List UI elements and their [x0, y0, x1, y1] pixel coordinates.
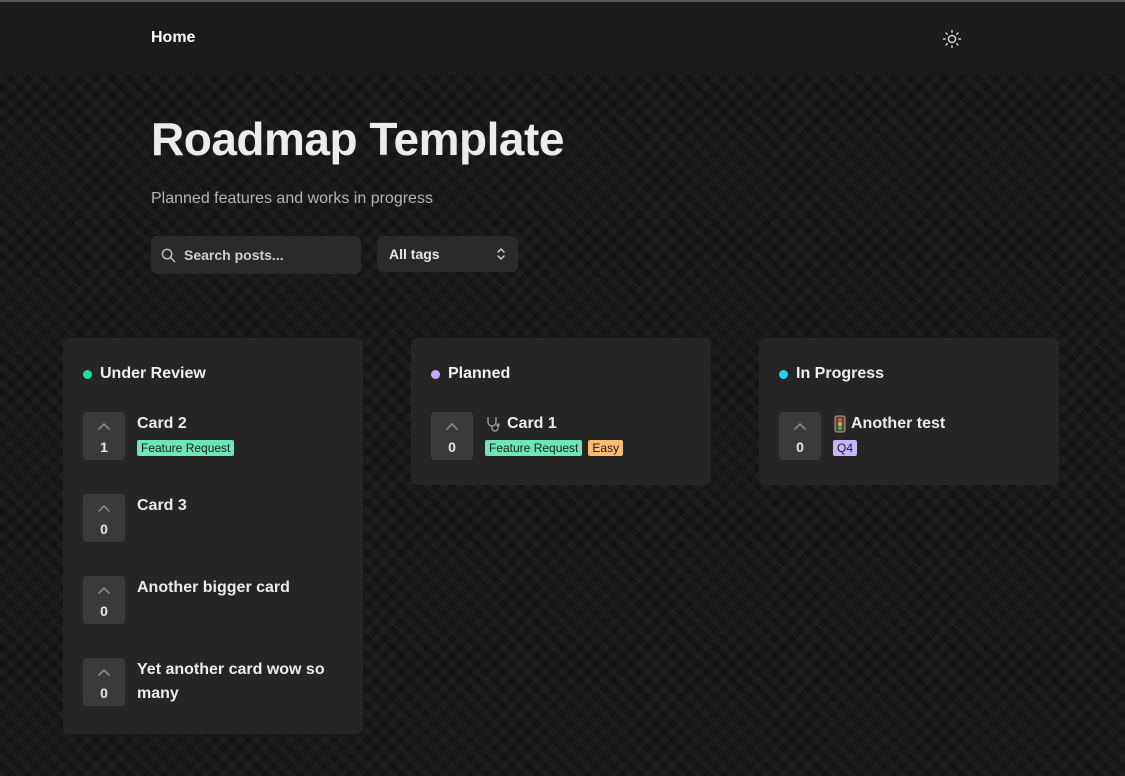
- upvote-button[interactable]: 1: [83, 412, 125, 460]
- card-title[interactable]: Card 3: [137, 494, 337, 518]
- chevron-up-icon: [794, 423, 806, 430]
- theme-toggle-button[interactable]: [940, 27, 964, 51]
- tag-badge: Feature Request: [137, 440, 235, 456]
- card-title[interactable]: Yet another card wow so many: [137, 658, 337, 706]
- vote-count: 0: [796, 439, 804, 455]
- sun-icon: [942, 29, 962, 49]
- nav-home-link[interactable]: Home: [151, 29, 195, 47]
- upvote-button[interactable]: 0: [431, 412, 473, 460]
- top-navbar: Home: [0, 2, 1125, 74]
- tag-badge: Easy: [588, 440, 624, 456]
- tag-badge: Q4: [833, 440, 858, 456]
- chevron-up-icon: [98, 423, 110, 430]
- traffic-light-icon: [834, 415, 846, 433]
- card-title[interactable]: Another bigger card: [137, 576, 337, 600]
- search-icon: [161, 248, 176, 262]
- column-title: Under Review: [100, 365, 206, 382]
- tag-filter-value: All tags: [389, 246, 440, 262]
- status-dot: [83, 369, 92, 379]
- upvote-button[interactable]: 0: [83, 494, 125, 542]
- column-title: In Progress: [796, 365, 885, 382]
- column-in-progress: In Progress 0 Another test Q4: [759, 338, 1059, 485]
- chevron-up-icon: [98, 587, 110, 594]
- upvote-button[interactable]: 0: [83, 658, 125, 706]
- chevron-up-icon: [98, 669, 110, 676]
- tag-filter-select[interactable]: All tags: [377, 236, 518, 272]
- vote-count: 1: [100, 439, 108, 455]
- status-dot: [431, 369, 440, 379]
- upvote-button[interactable]: 0: [779, 412, 821, 460]
- chevron-up-icon: [98, 505, 110, 512]
- search-input[interactable]: [184, 247, 344, 263]
- column-planned: Planned 0 Card 1 Feature Request Easy: [411, 338, 711, 485]
- column-header: Planned: [431, 365, 510, 383]
- card-title-row[interactable]: Another test: [833, 412, 1033, 436]
- tag-badge: Feature Request: [485, 440, 583, 456]
- search-box[interactable]: [151, 236, 361, 274]
- card-title: Another test: [851, 415, 946, 432]
- vote-count: 0: [100, 603, 108, 619]
- column-title: Planned: [448, 365, 511, 382]
- card-title-row[interactable]: Card 1: [485, 412, 685, 436]
- page-title: Roadmap Template: [151, 113, 564, 165]
- vote-count: 0: [100, 521, 108, 537]
- chevron-up-down-icon: [497, 248, 505, 260]
- column-header: In Progress: [779, 365, 884, 383]
- column-header: Under Review: [83, 365, 206, 383]
- page-subtitle: Planned features and works in progress: [151, 190, 433, 207]
- stethoscope-icon: [487, 416, 500, 432]
- card-title: Card 1: [507, 415, 557, 432]
- column-under-review: Under Review 1 Card 2 Feature Request 0 …: [63, 338, 363, 734]
- vote-count: 0: [448, 439, 456, 455]
- card-title[interactable]: Card 2: [137, 412, 337, 436]
- vote-count: 0: [100, 685, 108, 701]
- status-dot: [779, 369, 788, 379]
- upvote-button[interactable]: 0: [83, 576, 125, 624]
- chevron-up-icon: [446, 423, 458, 430]
